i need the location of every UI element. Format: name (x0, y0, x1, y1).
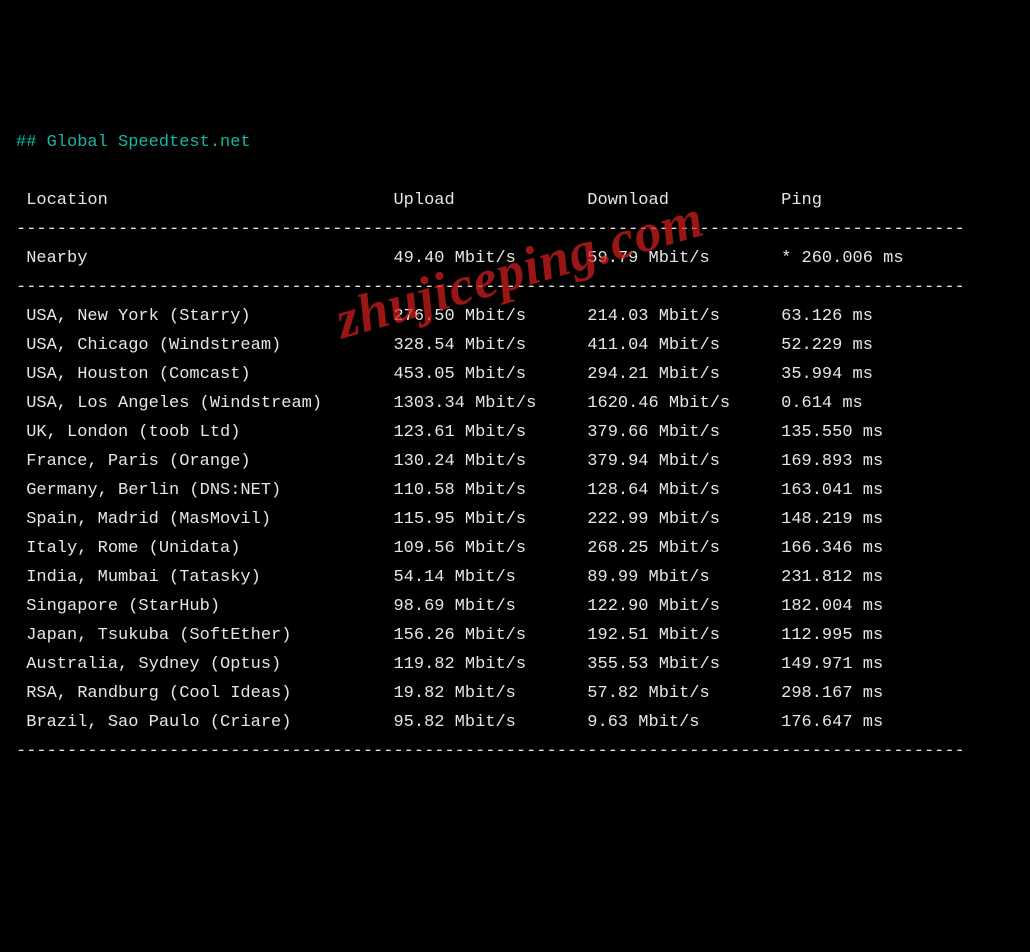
table-row: UK, London (toob Ltd) 123.61 Mbit/s 379.… (16, 423, 883, 442)
table-row: USA, New York (Starry) 276.50 Mbit/s 214… (16, 307, 873, 326)
separator: ----------------------------------------… (16, 278, 965, 297)
table-row: Italy, Rome (Unidata) 109.56 Mbit/s 268.… (16, 539, 883, 558)
table-row: France, Paris (Orange) 130.24 Mbit/s 379… (16, 452, 883, 471)
table-header: Location Upload Download Ping (16, 191, 822, 210)
table-row: Australia, Sydney (Optus) 119.82 Mbit/s … (16, 655, 883, 674)
table-row: USA, Los Angeles (Windstream) 1303.34 Mb… (16, 394, 863, 413)
table-row: USA, Chicago (Windstream) 328.54 Mbit/s … (16, 336, 873, 355)
table-row: Singapore (StarHub) 98.69 Mbit/s 122.90 … (16, 597, 883, 616)
table-row: Spain, Madrid (MasMovil) 115.95 Mbit/s 2… (16, 510, 883, 529)
section-heading: ## Global Speedtest.net (16, 133, 251, 152)
table-row: Nearby 49.40 Mbit/s 59.79 Mbit/s * 260.0… (16, 249, 904, 268)
table-row: Japan, Tsukuba (SoftEther) 156.26 Mbit/s… (16, 626, 883, 645)
table-row: Brazil, Sao Paulo (Criare) 95.82 Mbit/s … (16, 713, 883, 732)
table-row: India, Mumbai (Tatasky) 54.14 Mbit/s 89.… (16, 568, 883, 587)
separator: ----------------------------------------… (16, 220, 965, 239)
separator: ----------------------------------------… (16, 742, 965, 761)
table-row: RSA, Randburg (Cool Ideas) 19.82 Mbit/s … (16, 684, 883, 703)
table-row: Germany, Berlin (DNS:NET) 110.58 Mbit/s … (16, 481, 883, 500)
terminal-output: ## Global Speedtest.net Location Upload … (16, 128, 1014, 766)
table-row: USA, Houston (Comcast) 453.05 Mbit/s 294… (16, 365, 873, 384)
